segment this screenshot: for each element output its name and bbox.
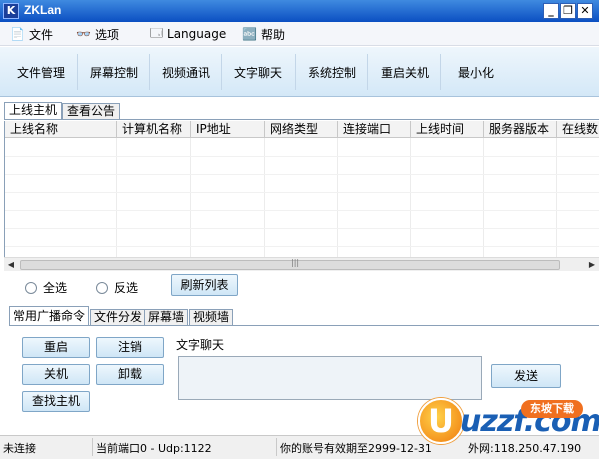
toolbar-divider [295, 54, 296, 90]
minimize-tool-button[interactable]: 最小化 [458, 64, 494, 82]
connection-status: 未连接 [3, 442, 36, 455]
toolbar-divider [221, 54, 222, 90]
tab-screen-wall[interactable]: 屏幕墙 [144, 309, 189, 325]
grid-line [5, 228, 599, 229]
find-host-button[interactable]: 查找主机 [22, 391, 90, 412]
toolbar-divider [77, 54, 78, 90]
uzzf-watermark: U uzzf.com 东坡下载 [418, 392, 599, 447]
grid-line [5, 174, 599, 175]
radio-circle-icon [25, 281, 37, 294]
text-chat-label: 文字聊天 [176, 338, 225, 352]
file-manage-button[interactable]: 文件管理 [17, 64, 65, 82]
scroll-grip: ||| [291, 258, 300, 267]
restart-shutdown-button[interactable]: 重启关机 [381, 64, 429, 82]
window-title: ZKLan [24, 3, 62, 17]
menu-help[interactable]: 🔤 帮助 [242, 26, 285, 42]
tab-divider [4, 119, 599, 120]
logoff-button[interactable]: 注销 [96, 337, 164, 358]
invert-selection-radio[interactable]: 反选 [96, 279, 138, 296]
toolbar: 文件管理 屏幕控制 视频通讯 文字聊天 系统控制 重启关机 最小化 [0, 47, 599, 97]
refresh-list-button[interactable]: 刷新列表 [171, 274, 238, 296]
menu-options[interactable]: 👓 选项 [76, 26, 119, 42]
app-logo-icon: K [3, 3, 19, 19]
menu-bar: 📄 文件 👓 选项 🗔 Language 🔤 帮助 [0, 22, 599, 46]
glasses-icon: 👓 [76, 27, 91, 41]
radio-circle-icon [96, 281, 108, 294]
select-all-label: 全选 [43, 281, 68, 295]
column-computer-name[interactable]: 计算机名称 [117, 121, 191, 138]
status-divider [92, 438, 93, 456]
toolbar-divider [149, 54, 150, 90]
column-port[interactable]: 连接端口 [338, 121, 411, 138]
scroll-thumb[interactable]: ||| [20, 258, 560, 270]
video-chat-button[interactable]: 视频通讯 [162, 64, 210, 82]
menu-language-label: Language [167, 27, 227, 41]
menu-language[interactable]: 🗔 Language [150, 26, 226, 42]
text-chat-button[interactable]: 文字聊天 [234, 64, 282, 82]
title-bar[interactable]: K ZKLan _ ❐ ✕ [0, 0, 599, 22]
tab-divider [9, 325, 599, 326]
column-server-version[interactable]: 服务器版本 [484, 121, 557, 138]
tab-announcements[interactable]: 查看公告 [62, 103, 121, 120]
grid-line [5, 156, 599, 157]
column-network-type[interactable]: 网络类型 [265, 121, 338, 138]
column-online-count[interactable]: 在线数 [557, 121, 599, 138]
restart-button[interactable]: 重启 [22, 337, 90, 358]
menu-file-label: 文件 [28, 27, 53, 42]
tab-online-hosts[interactable]: 上线主机 [4, 102, 63, 120]
account-expiry: 你的账号有效期至2999-12-31 [280, 442, 432, 455]
grid-line [5, 246, 599, 247]
port-status: 当前端口0 - Udp:1122 [96, 442, 212, 455]
select-all-radio[interactable]: 全选 [25, 279, 67, 296]
invert-selection-label: 反选 [114, 281, 139, 295]
tab-broadcast-commands[interactable]: 常用广播命令 [9, 306, 90, 326]
column-online-name[interactable]: 上线名称 [5, 121, 117, 138]
watermark-logo-icon: U [418, 398, 464, 444]
shutdown-button[interactable]: 关机 [22, 364, 90, 385]
grid-line [5, 210, 599, 211]
toolbar-divider [440, 54, 441, 90]
menu-help-label: 帮助 [260, 27, 285, 42]
menu-file[interactable]: 📄 文件 [10, 26, 53, 42]
host-list[interactable]: 上线名称 计算机名称 IP地址 网络类型 连接端口 上线时间 服务器版本 在线数 [4, 121, 599, 257]
scroll-left-icon[interactable]: ◀ [4, 258, 18, 272]
horizontal-scrollbar[interactable]: ◀ ||| ▶ [4, 257, 599, 271]
grid-line [5, 192, 599, 193]
minimize-button[interactable]: _ [543, 3, 559, 19]
column-online-time[interactable]: 上线时间 [411, 121, 484, 138]
host-list-header: 上线名称 计算机名称 IP地址 网络类型 连接端口 上线时间 服务器版本 在线数 [5, 121, 599, 138]
menu-options-label: 选项 [94, 27, 119, 42]
tab-video-wall[interactable]: 视频墙 [189, 309, 234, 325]
column-ip-address[interactable]: IP地址 [191, 121, 265, 138]
toolbar-divider [367, 54, 368, 90]
main-window: K ZKLan _ ❐ ✕ 📄 文件 👓 选项 🗔 Language 🔤 帮助 … [0, 0, 599, 459]
document-icon: 📄 [10, 27, 25, 41]
system-control-button[interactable]: 系统控制 [308, 64, 356, 82]
help-icon: 🔤 [242, 27, 257, 41]
uninstall-button[interactable]: 卸载 [96, 364, 164, 385]
watermark-badge: 东坡下载 [521, 400, 583, 418]
close-button[interactable]: ✕ [577, 3, 593, 19]
restore-button[interactable]: ❐ [560, 3, 576, 19]
tab-file-distribution[interactable]: 文件分发 [90, 309, 147, 325]
send-button[interactable]: 发送 [491, 364, 561, 388]
language-icon: 🗔 [150, 25, 164, 40]
screen-control-button[interactable]: 屏幕控制 [90, 64, 138, 82]
scroll-right-icon[interactable]: ▶ [585, 258, 599, 272]
status-divider [276, 438, 277, 456]
